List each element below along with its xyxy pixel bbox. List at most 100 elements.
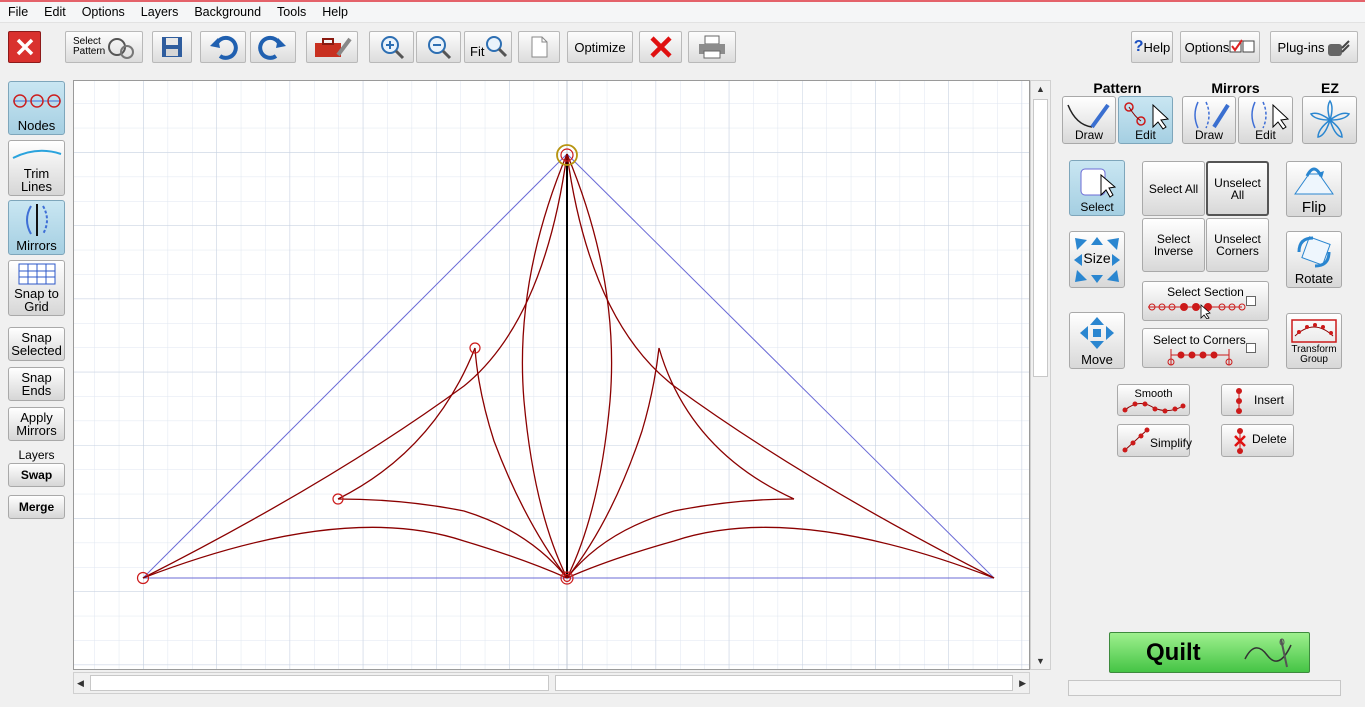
undo-button[interactable] bbox=[200, 31, 246, 63]
fit-button[interactable]: Fit bbox=[464, 31, 512, 63]
menu-options[interactable]: Options bbox=[74, 2, 133, 22]
toolbar: Select Pattern Fit Optimize ? Help Optio… bbox=[0, 23, 1365, 73]
drawing-canvas[interactable] bbox=[73, 80, 1030, 670]
ez-button[interactable] bbox=[1302, 96, 1357, 144]
mirrors-button[interactable]: Mirrors bbox=[8, 200, 65, 255]
new-page-button[interactable] bbox=[518, 31, 560, 63]
menu-file[interactable]: File bbox=[0, 2, 36, 22]
redo-icon bbox=[258, 35, 286, 60]
smooth-button[interactable]: Smooth bbox=[1117, 384, 1190, 416]
snap-ends-button[interactable]: Snap Ends bbox=[8, 367, 65, 401]
trim-lines-icon bbox=[12, 149, 61, 159]
transform-group-label: Transform Group bbox=[1287, 345, 1341, 365]
plugins-button[interactable]: Plug-ins bbox=[1270, 31, 1358, 63]
select-section-checkbox[interactable] bbox=[1246, 296, 1256, 306]
menu-help[interactable]: Help bbox=[314, 2, 356, 22]
select-pattern-button[interactable]: Select Pattern bbox=[65, 31, 143, 63]
pattern-gear-icon bbox=[108, 38, 134, 59]
corner-nodes-icon bbox=[1167, 349, 1233, 366]
horizontal-scroll-track-right[interactable] bbox=[555, 675, 1013, 691]
menu-layers[interactable]: Layers bbox=[133, 2, 187, 22]
select-inverse-button[interactable]: Select Inverse bbox=[1142, 218, 1205, 272]
snap-to-grid-button[interactable]: Snap to Grid bbox=[8, 260, 65, 316]
undo-icon bbox=[210, 35, 238, 60]
scroll-down-icon[interactable]: ▼ bbox=[1036, 656, 1045, 666]
vertical-scrollbar[interactable]: ▲ ▼ bbox=[1030, 80, 1051, 670]
delete-node-icon bbox=[1234, 428, 1246, 454]
select-all-label: Select All bbox=[1148, 181, 1199, 196]
flip-button[interactable]: Flip bbox=[1286, 161, 1342, 217]
move-button[interactable]: Move bbox=[1069, 312, 1125, 369]
mirror-edit-icon bbox=[1250, 101, 1289, 130]
select-all-button[interactable]: Select All bbox=[1142, 161, 1205, 216]
merge-button[interactable]: Merge bbox=[8, 495, 65, 519]
vertical-scroll-thumb[interactable] bbox=[1033, 99, 1048, 377]
close-icon bbox=[16, 38, 33, 56]
scroll-right-icon[interactable]: ▶ bbox=[1019, 678, 1026, 688]
nodes-button[interactable]: Nodes bbox=[8, 81, 65, 135]
trim-lines-label-2: Lines bbox=[20, 179, 53, 194]
delete-all-button[interactable] bbox=[639, 31, 682, 63]
pattern-draw-label: Draw bbox=[1074, 128, 1103, 142]
select-section-button[interactable]: Select Section bbox=[1142, 281, 1269, 321]
pattern-edit-button[interactable]: Edit bbox=[1118, 96, 1173, 144]
pattern-draw-button[interactable]: Draw bbox=[1062, 96, 1116, 144]
checkbox-icon bbox=[1229, 39, 1255, 53]
nodes-icon bbox=[12, 93, 61, 108]
horizontal-scrollbar[interactable]: ◀ ▶ bbox=[73, 672, 1030, 694]
transform-group-button[interactable]: Transform Group bbox=[1286, 313, 1342, 369]
size-button[interactable]: Size bbox=[1069, 231, 1125, 288]
insert-node-icon bbox=[1236, 388, 1242, 414]
merge-label: Merge bbox=[18, 499, 55, 514]
mirrors-draw-button[interactable]: Draw bbox=[1182, 96, 1236, 144]
insert-button[interactable]: Insert bbox=[1221, 384, 1294, 416]
pen-curve-icon bbox=[1067, 103, 1110, 129]
zoom-out-icon bbox=[427, 36, 451, 60]
select-to-corners-button[interactable]: Select to Corners bbox=[1142, 328, 1269, 368]
simplify-button[interactable]: Simplify bbox=[1117, 424, 1192, 457]
mirrors-edit-button[interactable]: Edit bbox=[1238, 96, 1293, 144]
menu-tools[interactable]: Tools bbox=[269, 2, 314, 22]
plugins-label: Plug-ins bbox=[1277, 39, 1325, 55]
unselect-all-label-2: All bbox=[1230, 187, 1245, 202]
help-button[interactable]: ? Help bbox=[1131, 31, 1173, 63]
snap-to-grid-label-2: Grid bbox=[24, 299, 49, 314]
pattern-canvas-svg[interactable] bbox=[74, 81, 1030, 670]
snap-selected-button[interactable]: Snap Selected bbox=[8, 327, 65, 361]
red-x-icon bbox=[649, 36, 672, 58]
help-label: Help bbox=[1143, 39, 1171, 55]
scroll-up-icon[interactable]: ▲ bbox=[1036, 84, 1045, 94]
toolbox-button[interactable] bbox=[306, 31, 358, 63]
select-button[interactable]: Select bbox=[1069, 160, 1125, 216]
unselect-corners-button[interactable]: Unselect Corners bbox=[1206, 218, 1269, 272]
swap-button[interactable]: Swap bbox=[8, 463, 65, 487]
fit-label: Fit bbox=[470, 43, 485, 59]
unselect-corners-label-2: Corners bbox=[1216, 244, 1259, 258]
select-inverse-label-2: Inverse bbox=[1153, 244, 1194, 258]
delete-button[interactable]: Delete bbox=[1221, 424, 1294, 457]
unselect-all-button[interactable]: Unselect All bbox=[1206, 161, 1269, 216]
select-to-corners-checkbox[interactable] bbox=[1246, 343, 1256, 353]
zoom-out-button[interactable] bbox=[416, 31, 461, 63]
trim-lines-button[interactable]: Trim Lines bbox=[8, 140, 65, 196]
optimize-button[interactable]: Optimize bbox=[567, 31, 633, 63]
redo-button[interactable] bbox=[250, 31, 296, 63]
rotate-button[interactable]: Rotate bbox=[1286, 231, 1342, 288]
horizontal-scroll-thumb[interactable] bbox=[90, 675, 549, 691]
save-button[interactable] bbox=[152, 31, 192, 63]
options-button[interactable]: Options bbox=[1180, 31, 1260, 63]
quilt-button[interactable]: Quilt bbox=[1109, 632, 1310, 673]
scroll-left-icon[interactable]: ◀ bbox=[77, 678, 84, 688]
snap-ends-label-2: Ends bbox=[21, 383, 52, 398]
apply-mirrors-button[interactable]: Apply Mirrors bbox=[8, 407, 65, 441]
menu-background[interactable]: Background bbox=[186, 2, 269, 22]
zoom-in-button[interactable] bbox=[369, 31, 414, 63]
size-label: Size bbox=[1083, 250, 1111, 266]
snap-selected-label-2: Selected bbox=[11, 343, 62, 358]
menu-edit[interactable]: Edit bbox=[36, 2, 74, 22]
help-icon: ? bbox=[1133, 38, 1144, 55]
close-button[interactable] bbox=[8, 31, 41, 63]
mirrors-draw-label: Draw bbox=[1194, 128, 1223, 142]
status-bar bbox=[1068, 680, 1341, 696]
print-button[interactable] bbox=[688, 31, 736, 63]
